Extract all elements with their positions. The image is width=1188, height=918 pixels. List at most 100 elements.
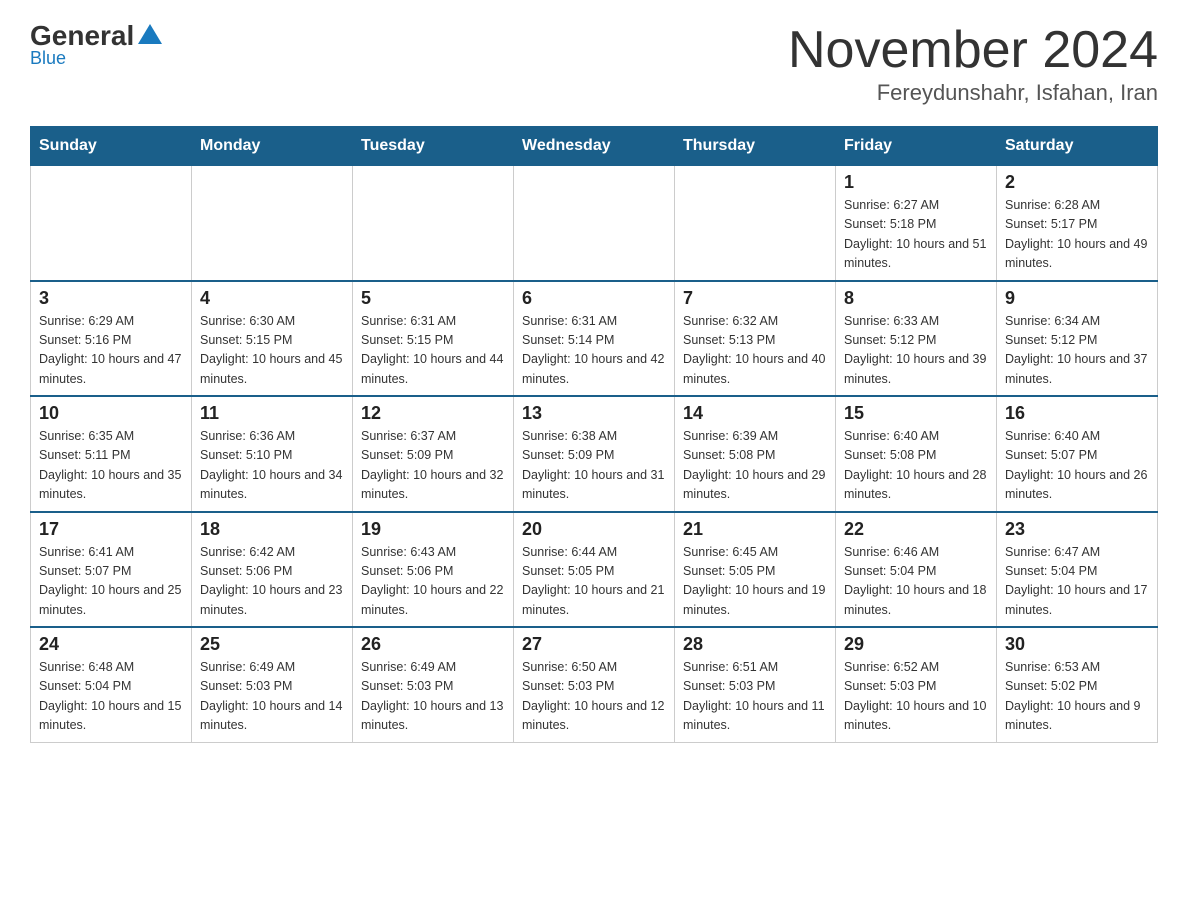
sun-info: Sunrise: 6:36 AMSunset: 5:10 PMDaylight:… (200, 429, 342, 501)
day-number: 27 (522, 634, 666, 655)
calendar-cell: 13 Sunrise: 6:38 AMSunset: 5:09 PMDaylig… (514, 396, 675, 512)
sun-info: Sunrise: 6:44 AMSunset: 5:05 PMDaylight:… (522, 545, 664, 617)
col-monday: Monday (192, 127, 353, 166)
calendar-cell: 20 Sunrise: 6:44 AMSunset: 5:05 PMDaylig… (514, 512, 675, 628)
calendar-header-row: Sunday Monday Tuesday Wednesday Thursday… (31, 127, 1158, 166)
page-header: General Blue November 2024 Fereydunshahr… (30, 20, 1158, 106)
day-number: 23 (1005, 519, 1149, 540)
sun-info: Sunrise: 6:32 AMSunset: 5:13 PMDaylight:… (683, 314, 825, 386)
sun-info: Sunrise: 6:27 AMSunset: 5:18 PMDaylight:… (844, 198, 986, 270)
location-title: Fereydunshahr, Isfahan, Iran (788, 80, 1158, 106)
calendar-week-row: 17 Sunrise: 6:41 AMSunset: 5:07 PMDaylig… (31, 512, 1158, 628)
calendar-week-row: 3 Sunrise: 6:29 AMSunset: 5:16 PMDayligh… (31, 281, 1158, 397)
calendar-cell: 1 Sunrise: 6:27 AMSunset: 5:18 PMDayligh… (836, 166, 997, 281)
col-sunday: Sunday (31, 127, 192, 166)
day-number: 10 (39, 403, 183, 424)
calendar-cell (192, 166, 353, 281)
sun-info: Sunrise: 6:48 AMSunset: 5:04 PMDaylight:… (39, 660, 181, 732)
calendar-cell: 3 Sunrise: 6:29 AMSunset: 5:16 PMDayligh… (31, 281, 192, 397)
day-number: 16 (1005, 403, 1149, 424)
calendar-cell: 4 Sunrise: 6:30 AMSunset: 5:15 PMDayligh… (192, 281, 353, 397)
col-saturday: Saturday (997, 127, 1158, 166)
calendar-cell: 2 Sunrise: 6:28 AMSunset: 5:17 PMDayligh… (997, 166, 1158, 281)
day-number: 20 (522, 519, 666, 540)
calendar-cell: 25 Sunrise: 6:49 AMSunset: 5:03 PMDaylig… (192, 627, 353, 742)
day-number: 22 (844, 519, 988, 540)
day-number: 6 (522, 288, 666, 309)
day-number: 25 (200, 634, 344, 655)
day-number: 9 (1005, 288, 1149, 309)
calendar-cell: 9 Sunrise: 6:34 AMSunset: 5:12 PMDayligh… (997, 281, 1158, 397)
calendar-week-row: 1 Sunrise: 6:27 AMSunset: 5:18 PMDayligh… (31, 166, 1158, 281)
sun-info: Sunrise: 6:52 AMSunset: 5:03 PMDaylight:… (844, 660, 986, 732)
day-number: 28 (683, 634, 827, 655)
logo: General Blue (30, 20, 162, 69)
sun-info: Sunrise: 6:53 AMSunset: 5:02 PMDaylight:… (1005, 660, 1141, 732)
day-number: 2 (1005, 172, 1149, 193)
day-number: 4 (200, 288, 344, 309)
day-number: 1 (844, 172, 988, 193)
calendar-cell: 8 Sunrise: 6:33 AMSunset: 5:12 PMDayligh… (836, 281, 997, 397)
sun-info: Sunrise: 6:28 AMSunset: 5:17 PMDaylight:… (1005, 198, 1147, 270)
sun-info: Sunrise: 6:41 AMSunset: 5:07 PMDaylight:… (39, 545, 181, 617)
col-thursday: Thursday (675, 127, 836, 166)
day-number: 18 (200, 519, 344, 540)
day-number: 5 (361, 288, 505, 309)
calendar-cell: 28 Sunrise: 6:51 AMSunset: 5:03 PMDaylig… (675, 627, 836, 742)
sun-info: Sunrise: 6:45 AMSunset: 5:05 PMDaylight:… (683, 545, 825, 617)
calendar-cell (31, 166, 192, 281)
calendar-cell (353, 166, 514, 281)
day-number: 13 (522, 403, 666, 424)
calendar-cell: 23 Sunrise: 6:47 AMSunset: 5:04 PMDaylig… (997, 512, 1158, 628)
day-number: 26 (361, 634, 505, 655)
sun-info: Sunrise: 6:42 AMSunset: 5:06 PMDaylight:… (200, 545, 342, 617)
sun-info: Sunrise: 6:43 AMSunset: 5:06 PMDaylight:… (361, 545, 503, 617)
sun-info: Sunrise: 6:34 AMSunset: 5:12 PMDaylight:… (1005, 314, 1147, 386)
day-number: 21 (683, 519, 827, 540)
day-number: 29 (844, 634, 988, 655)
sun-info: Sunrise: 6:47 AMSunset: 5:04 PMDaylight:… (1005, 545, 1147, 617)
day-number: 7 (683, 288, 827, 309)
calendar-week-row: 10 Sunrise: 6:35 AMSunset: 5:11 PMDaylig… (31, 396, 1158, 512)
sun-info: Sunrise: 6:33 AMSunset: 5:12 PMDaylight:… (844, 314, 986, 386)
calendar-cell: 26 Sunrise: 6:49 AMSunset: 5:03 PMDaylig… (353, 627, 514, 742)
sun-info: Sunrise: 6:31 AMSunset: 5:15 PMDaylight:… (361, 314, 503, 386)
calendar-cell: 14 Sunrise: 6:39 AMSunset: 5:08 PMDaylig… (675, 396, 836, 512)
calendar-cell: 27 Sunrise: 6:50 AMSunset: 5:03 PMDaylig… (514, 627, 675, 742)
calendar-cell: 18 Sunrise: 6:42 AMSunset: 5:06 PMDaylig… (192, 512, 353, 628)
sun-info: Sunrise: 6:37 AMSunset: 5:09 PMDaylight:… (361, 429, 503, 501)
day-number: 3 (39, 288, 183, 309)
logo-triangle-icon (138, 24, 162, 44)
day-number: 12 (361, 403, 505, 424)
day-number: 8 (844, 288, 988, 309)
sun-info: Sunrise: 6:40 AMSunset: 5:08 PMDaylight:… (844, 429, 986, 501)
sun-info: Sunrise: 6:46 AMSunset: 5:04 PMDaylight:… (844, 545, 986, 617)
calendar-cell: 6 Sunrise: 6:31 AMSunset: 5:14 PMDayligh… (514, 281, 675, 397)
calendar-cell: 16 Sunrise: 6:40 AMSunset: 5:07 PMDaylig… (997, 396, 1158, 512)
sun-info: Sunrise: 6:39 AMSunset: 5:08 PMDaylight:… (683, 429, 825, 501)
col-friday: Friday (836, 127, 997, 166)
calendar-cell: 30 Sunrise: 6:53 AMSunset: 5:02 PMDaylig… (997, 627, 1158, 742)
day-number: 11 (200, 403, 344, 424)
calendar-cell: 7 Sunrise: 6:32 AMSunset: 5:13 PMDayligh… (675, 281, 836, 397)
calendar-week-row: 24 Sunrise: 6:48 AMSunset: 5:04 PMDaylig… (31, 627, 1158, 742)
day-number: 24 (39, 634, 183, 655)
sun-info: Sunrise: 6:30 AMSunset: 5:15 PMDaylight:… (200, 314, 342, 386)
sun-info: Sunrise: 6:38 AMSunset: 5:09 PMDaylight:… (522, 429, 664, 501)
day-number: 19 (361, 519, 505, 540)
sun-info: Sunrise: 6:29 AMSunset: 5:16 PMDaylight:… (39, 314, 181, 386)
calendar-cell (675, 166, 836, 281)
col-tuesday: Tuesday (353, 127, 514, 166)
calendar-cell: 12 Sunrise: 6:37 AMSunset: 5:09 PMDaylig… (353, 396, 514, 512)
logo-blue-text: Blue (30, 48, 66, 69)
sun-info: Sunrise: 6:31 AMSunset: 5:14 PMDaylight:… (522, 314, 664, 386)
col-wednesday: Wednesday (514, 127, 675, 166)
day-number: 30 (1005, 634, 1149, 655)
day-number: 17 (39, 519, 183, 540)
sun-info: Sunrise: 6:51 AMSunset: 5:03 PMDaylight:… (683, 660, 825, 732)
calendar-cell: 22 Sunrise: 6:46 AMSunset: 5:04 PMDaylig… (836, 512, 997, 628)
sun-info: Sunrise: 6:49 AMSunset: 5:03 PMDaylight:… (200, 660, 342, 732)
calendar-cell: 10 Sunrise: 6:35 AMSunset: 5:11 PMDaylig… (31, 396, 192, 512)
calendar-cell: 17 Sunrise: 6:41 AMSunset: 5:07 PMDaylig… (31, 512, 192, 628)
sun-info: Sunrise: 6:50 AMSunset: 5:03 PMDaylight:… (522, 660, 664, 732)
